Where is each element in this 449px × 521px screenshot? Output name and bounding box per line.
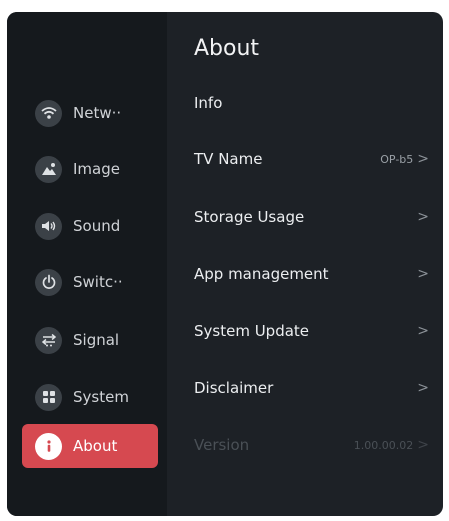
row-label: System Update — [194, 322, 310, 340]
sidebar-item-signal[interactable]: Signal — [22, 318, 158, 362]
tv-settings-window: Netw·· Image Sound Switc·· Signal System… — [7, 12, 443, 516]
menu-row-app-management[interactable]: App management > — [194, 254, 429, 294]
sidebar-item-label: Switc·· — [73, 273, 123, 291]
version-value: 1.00.00.02 — [353, 438, 414, 452]
row-value-group: > — [413, 266, 429, 282]
menu-row-storage-usage[interactable]: Storage Usage > — [194, 197, 429, 237]
menu-row-system-update[interactable]: System Update > — [194, 311, 429, 351]
tv-name-value: OP-b5 — [380, 152, 414, 166]
row-value-group: 1.00.00.02 > — [354, 437, 429, 453]
sidebar-item-label: System — [73, 388, 129, 406]
sidebar-item-label: Netw·· — [73, 104, 122, 122]
sidebar-item-system[interactable]: System — [22, 375, 158, 419]
row-value-group: > — [413, 209, 429, 225]
row-value-group: > — [413, 380, 429, 396]
row-label: Info — [194, 94, 223, 112]
about-panel: About Info TV Name OP-b5 > Storage Usage… — [167, 12, 443, 516]
row-label: TV Name — [194, 150, 263, 168]
chevron-right-icon: > — [417, 209, 429, 225]
chevron-right-icon: > — [417, 380, 429, 396]
chevron-right-icon: > — [417, 323, 429, 339]
sidebar-item-label: Image — [73, 160, 120, 178]
grid-icon — [35, 383, 62, 411]
chevron-right-icon: > — [417, 437, 429, 453]
row-label: App management — [194, 265, 329, 283]
sidebar-item-sound[interactable]: Sound — [22, 204, 158, 248]
row-label: Disclaimer — [194, 379, 274, 397]
power-icon — [35, 268, 62, 296]
sidebar-item-about[interactable]: About — [22, 424, 158, 468]
sidebar-item-image[interactable]: Image — [22, 147, 158, 191]
sidebar-item-network[interactable]: Netw·· — [22, 91, 158, 135]
chevron-right-icon: > — [417, 151, 429, 167]
menu-row-disclaimer[interactable]: Disclaimer > — [194, 368, 429, 408]
row-label: Version — [194, 436, 250, 454]
chevron-right-icon: > — [417, 266, 429, 282]
page-title: About — [194, 36, 260, 61]
sidebar-item-label: About — [73, 437, 118, 455]
menu-row-tv-name[interactable]: TV Name OP-b5 > — [194, 139, 429, 179]
row-value-group: > — [413, 323, 429, 339]
row-value-group: OP-b5 > — [380, 151, 429, 167]
settings-sidebar: Netw·· Image Sound Switc·· Signal System… — [7, 12, 167, 516]
sidebar-item-label: Sound — [73, 217, 121, 235]
row-label: Storage Usage — [194, 208, 305, 226]
info-icon — [35, 432, 62, 460]
signal-icon — [35, 326, 62, 354]
menu-row-info[interactable]: Info — [194, 83, 429, 123]
speaker-icon — [35, 212, 62, 240]
picture-icon — [35, 155, 62, 183]
menu-row-version: Version 1.00.00.02 > — [194, 425, 429, 465]
sidebar-item-switch[interactable]: Switc·· — [22, 260, 158, 304]
wifi-icon — [35, 99, 62, 127]
sidebar-item-label: Signal — [73, 331, 120, 349]
